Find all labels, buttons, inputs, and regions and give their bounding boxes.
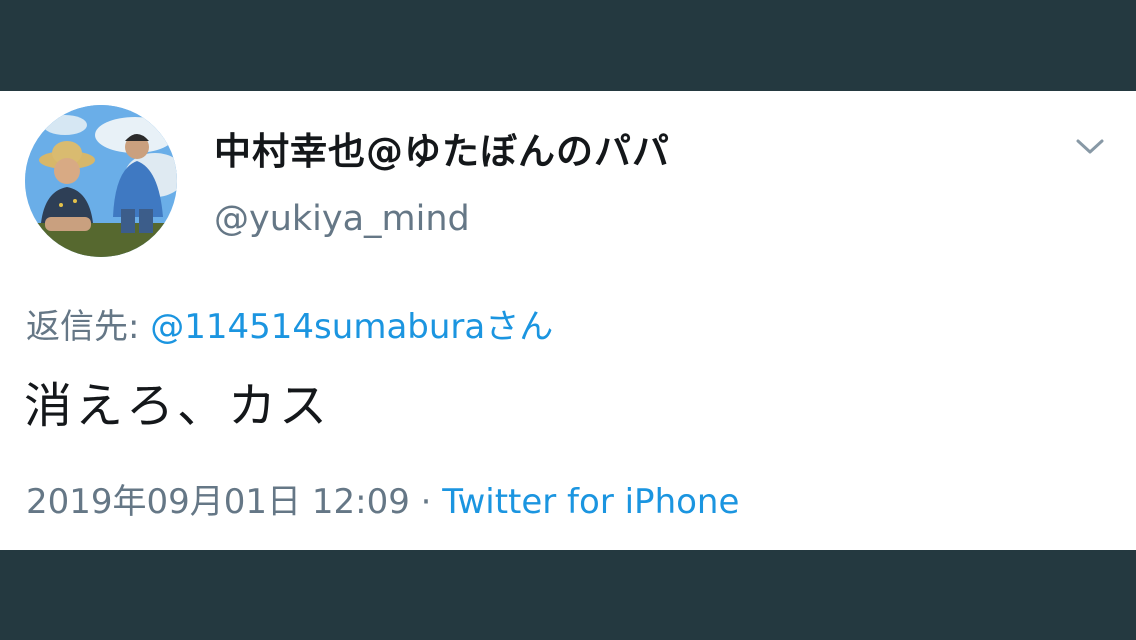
meta-separator: · (409, 482, 443, 522)
tweet-text: 消えろ、カス (24, 378, 331, 434)
reply-context: 返信先: @114514sumaburaさん (26, 299, 553, 348)
source-link[interactable]: Twitter for iPhone (442, 482, 739, 522)
reply-prefix: 返信先: (26, 307, 151, 347)
user-handle[interactable]: @yukiya_mind (214, 199, 470, 239)
chevron-down-icon[interactable] (1072, 131, 1108, 161)
timestamp[interactable]: 2019年09月01日 12:09 (26, 482, 410, 522)
avatar[interactable] (25, 105, 177, 257)
display-name[interactable]: 中村幸也@ゆたぼんのパパ (214, 121, 670, 175)
screenshot-frame: 中村幸也@ゆたぼんのパパ @yukiya_mind 返信先: @114514su… (0, 0, 1136, 640)
tweet-meta: 2019年09月01日 12:09 · Twitter for iPhone (26, 474, 739, 523)
tweet-card[interactable]: 中村幸也@ゆたぼんのパパ @yukiya_mind 返信先: @114514su… (0, 91, 1136, 550)
reply-to-link[interactable]: @114514sumaburaさん (150, 307, 553, 347)
profile-photo-icon (25, 105, 177, 257)
